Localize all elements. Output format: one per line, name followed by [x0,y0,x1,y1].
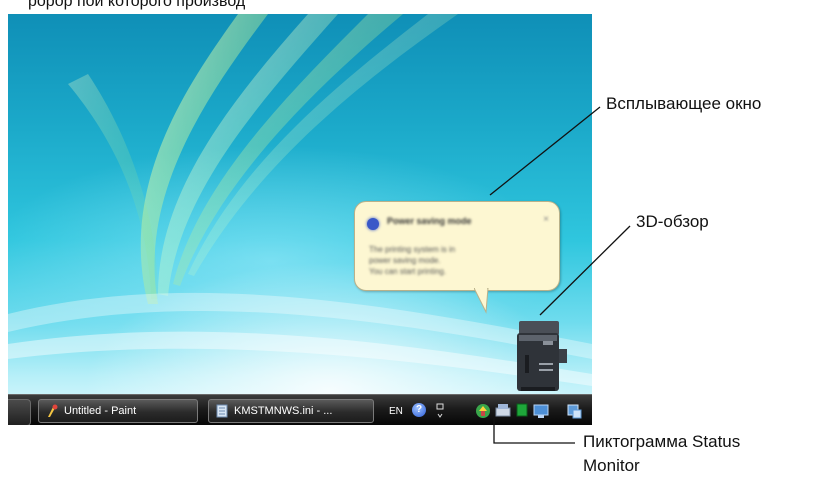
callout-3d-view: 3D-обзор [636,212,709,231]
callout-popup-window: Всплывающее окно [606,94,762,113]
callout-lines [489,106,631,444]
callout-status-monitor-line1: Пиктограмма Status [583,432,741,451]
callout-status-monitor-line2: Monitor [583,456,640,475]
